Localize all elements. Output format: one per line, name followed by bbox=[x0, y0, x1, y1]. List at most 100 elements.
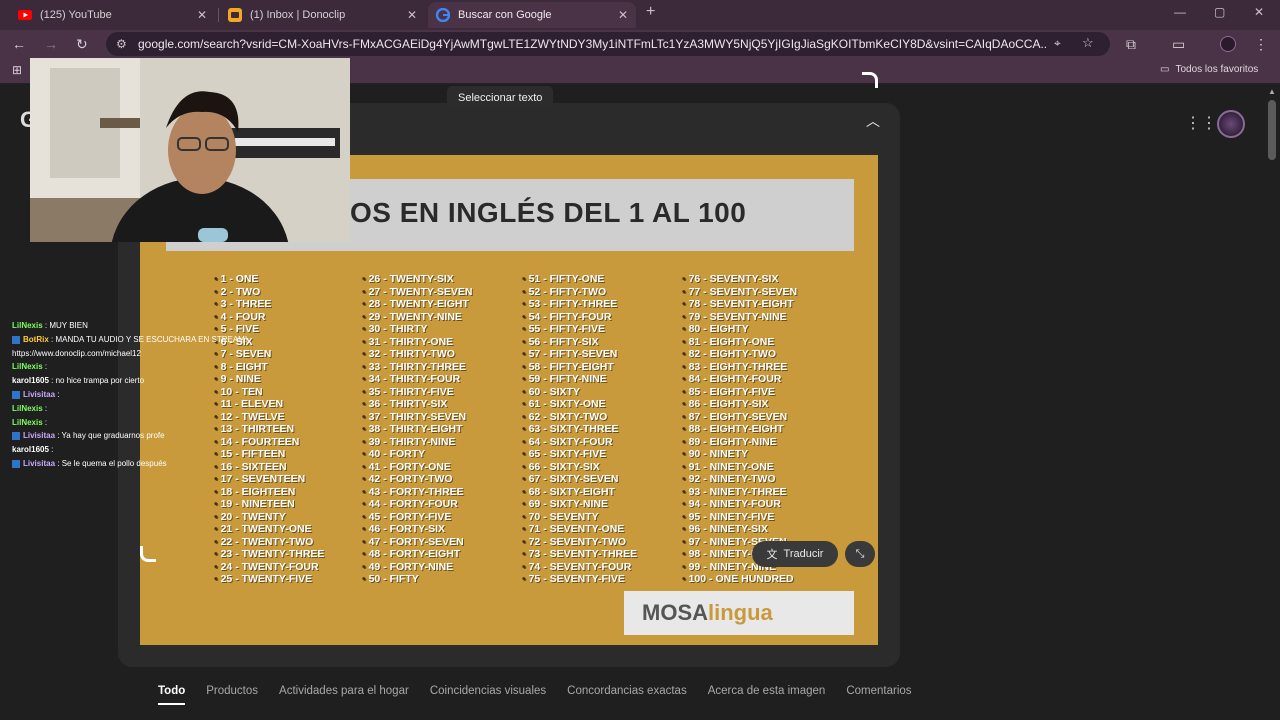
chat-username: LilNexis bbox=[12, 403, 45, 413]
chat-badge-icon bbox=[12, 432, 20, 441]
number-item: 94 - NINETY-FOUR bbox=[682, 498, 797, 511]
number-item: 55 - FIFTY-FIVE bbox=[522, 323, 637, 336]
location-icon[interactable]: ⌖ bbox=[1054, 36, 1061, 51]
number-item: 70 - SEVENTY bbox=[522, 511, 637, 524]
number-item: 27 - TWENTY-SEVEN bbox=[362, 286, 473, 299]
result-tab[interactable]: Actividades para el hogar bbox=[279, 685, 409, 705]
crop-handle-top-right[interactable] bbox=[862, 72, 878, 88]
apps-grid-icon[interactable]: ⊞ bbox=[12, 63, 22, 77]
number-item: 74 - SEVENTY-FOUR bbox=[522, 561, 637, 574]
crop-handle-bottom-left[interactable] bbox=[140, 546, 156, 562]
minimize-icon[interactable]: — bbox=[1174, 5, 1186, 19]
chat-text: : bbox=[44, 362, 48, 372]
forward-icon[interactable]: → bbox=[44, 36, 58, 52]
number-item: 89 - EIGHTY-NINE bbox=[682, 436, 797, 449]
all-bookmarks-folder[interactable]: ▭ Todos los favoritos bbox=[1160, 64, 1258, 75]
poster-title: OS EN INGLÉS DEL 1 AL 100 bbox=[350, 197, 747, 228]
number-item: 61 - SIXTY-ONE bbox=[522, 398, 637, 411]
number-item: 66 - SIXTY-SIX bbox=[522, 461, 637, 474]
chat-message: Livisitaa : Ya hay que graduarnos profe bbox=[12, 429, 312, 443]
result-tab[interactable]: Comentarios bbox=[846, 685, 911, 705]
tab-youtube[interactable]: (125) YouTube ✕ bbox=[10, 2, 215, 28]
number-item: 30 - THIRTY bbox=[362, 323, 472, 336]
chat-username: Livisitaa bbox=[23, 389, 58, 399]
number-item: 32 - THIRTY-TWO bbox=[362, 348, 472, 361]
bookmark-star-icon[interactable]: ☆ bbox=[1082, 35, 1094, 51]
window-close-icon[interactable]: ✕ bbox=[1254, 5, 1264, 19]
chat-message: LilNexis : bbox=[12, 416, 312, 430]
number-item: 41 - FORTY-ONE bbox=[362, 461, 472, 474]
close-icon[interactable]: ✕ bbox=[618, 8, 628, 22]
close-icon[interactable]: ✕ bbox=[197, 8, 207, 22]
number-item: 3 - THREE bbox=[214, 298, 324, 311]
logo-text-lingua: lingua bbox=[708, 600, 773, 625]
stream-chat: LilNexis : MUY BIEN BotRix : MANDA TU AUD… bbox=[12, 319, 312, 471]
new-tab-icon[interactable]: + bbox=[646, 3, 655, 21]
page-scrollbar[interactable] bbox=[1268, 100, 1276, 160]
result-tab[interactable]: Acerca de esta imagen bbox=[708, 685, 826, 705]
chat-message: BotRix : MANDA TU AUDIO Y SE ESCUCHARA E… bbox=[12, 333, 312, 347]
number-item: 88 - EIGHTY-EIGHT bbox=[682, 423, 797, 436]
extensions-icon[interactable]: ⧉ bbox=[1126, 36, 1136, 53]
number-item: 82 - EIGHTY-TWO bbox=[682, 348, 797, 361]
chat-username: BotRix bbox=[23, 334, 51, 344]
number-item: 36 - THIRTY-SIX bbox=[362, 398, 472, 411]
chat-username: karol1605 bbox=[12, 445, 52, 455]
reload-icon[interactable]: ↻ bbox=[76, 36, 88, 53]
maximize-icon[interactable]: ▢ bbox=[1214, 5, 1225, 19]
cast-icon[interactable]: ▭ bbox=[1172, 36, 1185, 53]
chat-username: Livisitaa bbox=[23, 458, 58, 468]
number-item: 85 - EIGHTY-FIVE bbox=[682, 386, 797, 399]
number-item: 52 - FIFTY-TWO bbox=[522, 286, 637, 299]
number-item: 72 - SEVENTY-TWO bbox=[522, 536, 637, 549]
number-item: 17 - SEVENTEEN bbox=[214, 473, 324, 486]
folder-icon: ▭ bbox=[1160, 64, 1170, 75]
result-tab[interactable]: Productos bbox=[206, 685, 258, 705]
number-item: 90 - NINETY bbox=[682, 448, 797, 461]
number-item: 26 - TWENTY-SIX bbox=[362, 273, 472, 286]
tab-google-search[interactable]: Buscar con Google ✕ bbox=[428, 2, 636, 28]
site-info-icon[interactable]: ⚙ bbox=[116, 37, 127, 51]
tab-donoclip[interactable]: (1) Inbox | Donoclip ✕ bbox=[220, 2, 425, 28]
number-item: 56 - FIFTY-SIX bbox=[522, 336, 637, 349]
profile-avatar-icon[interactable] bbox=[1220, 36, 1236, 52]
number-item: 42 - FORTY-TWO bbox=[362, 473, 472, 486]
number-item: 47 - FORTY-SEVEN bbox=[362, 536, 472, 549]
number-item: 83 - EIGHTY-THREE bbox=[682, 361, 797, 374]
number-item: 78 - SEVENTY-EIGHT bbox=[682, 298, 797, 311]
result-tab[interactable]: Concordancias exactas bbox=[567, 685, 687, 705]
number-item: 59 - FIFTY-NINE bbox=[522, 373, 637, 386]
translate-button[interactable]: 文 Traducir bbox=[752, 541, 838, 567]
chat-text: : no hice trampa por cierto bbox=[51, 376, 145, 386]
tab-title: (1) Inbox | Donoclip bbox=[250, 9, 346, 21]
chat-username: LilNexis bbox=[12, 417, 45, 427]
collapse-chevron-icon[interactable]: ︿ bbox=[866, 111, 880, 131]
shrink-icon[interactable]: ⤡ bbox=[845, 541, 875, 567]
number-item: 18 - EIGHTEEN bbox=[214, 486, 324, 499]
number-item: 34 - THIRTY-FOUR bbox=[362, 373, 472, 386]
number-item: 21 - TWENTY-ONE bbox=[214, 523, 324, 536]
number-item: 29 - TWENTY-NINE bbox=[362, 311, 472, 324]
result-tabs: Todo Productos Actividades para el hogar Co… bbox=[158, 685, 912, 705]
number-item: 79 - SEVENTY-NINE bbox=[682, 311, 797, 324]
close-icon[interactable]: ✕ bbox=[407, 8, 417, 22]
number-item: 93 - NINETY-THREE bbox=[682, 486, 797, 499]
scroll-up-arrow-icon[interactable]: ▲ bbox=[1268, 87, 1276, 96]
mosalingua-logo: MOSA lingua bbox=[624, 591, 854, 635]
account-avatar[interactable] bbox=[1217, 110, 1245, 138]
back-icon[interactable]: ← bbox=[12, 36, 26, 52]
translate-label: Traducir bbox=[783, 548, 824, 560]
select-text-button[interactable]: Seleccionar texto bbox=[447, 86, 554, 110]
chat-badge-icon bbox=[12, 390, 20, 399]
number-item: 44 - FORTY-FOUR bbox=[362, 498, 472, 511]
address-bar[interactable]: ⚙ google.com/search?vsrid=CM-XoaHVrs-FMx… bbox=[106, 32, 1110, 56]
menu-icon[interactable]: ⋮ bbox=[1254, 36, 1268, 53]
number-item: 84 - EIGHTY-FOUR bbox=[682, 373, 797, 386]
result-tab[interactable]: Coincidencias visuales bbox=[430, 685, 546, 705]
result-tab[interactable]: Todo bbox=[158, 685, 186, 705]
numbers-column-4: 76 - SEVENTY-SIX77 - SEVENTY-SEVEN78 - S… bbox=[682, 273, 798, 586]
number-item: 28 - TWENTY-EIGHT bbox=[362, 298, 472, 311]
number-item: 75 - SEVENTY-FIVE bbox=[522, 573, 637, 586]
numbers-column-3: 51 - FIFTY-ONE52 - FIFTY-TWO53 - FIFTY-T… bbox=[522, 273, 638, 586]
number-item: 46 - FORTY-SIX bbox=[362, 523, 472, 536]
